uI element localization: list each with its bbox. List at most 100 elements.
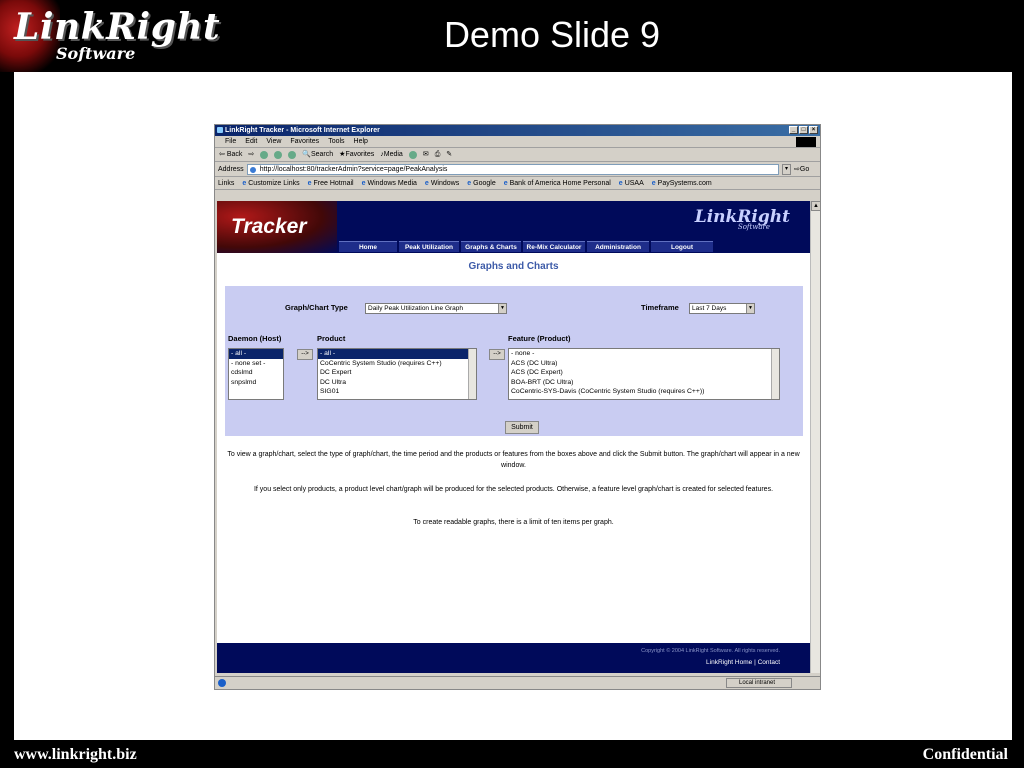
scrollbar[interactable] [771, 349, 779, 399]
product-label: Product [317, 334, 346, 343]
nav-administration[interactable]: Administration [587, 241, 649, 252]
go-button[interactable]: ⇨Go [794, 165, 820, 173]
footer-separator: | [754, 659, 756, 666]
nav-peak-utilization[interactable]: Peak Utilization [399, 241, 459, 252]
list-item[interactable]: - all - [318, 349, 476, 359]
menu-tools[interactable]: Tools [328, 136, 344, 147]
list-item[interactable]: SIG01 [318, 387, 476, 397]
link-google[interactable]: Google [467, 177, 496, 189]
menu-help[interactable]: Help [354, 136, 368, 147]
window-title: LinkRight Tracker - Microsoft Internet E… [225, 127, 380, 134]
tracker-logo: Tracker [217, 201, 337, 253]
search-button[interactable]: 🔍Search [302, 148, 333, 162]
footer-links: LinkRight Home | Contact [706, 659, 780, 666]
product-listbox[interactable]: - all - CoCentric System Studio (require… [317, 348, 477, 400]
nav-home[interactable]: Home [339, 241, 397, 252]
ie-icon [217, 127, 223, 133]
app-brand-sub: Software [737, 223, 770, 231]
history-icon[interactable] [408, 150, 417, 159]
list-item[interactable]: CoCentric-SYS-Davis (CoCentric System St… [509, 387, 779, 397]
list-item[interactable]: ACS (DC Ultra) [509, 359, 779, 369]
page-viewport: Tracker LinkRight Software Home Peak Uti… [217, 201, 810, 673]
menu-file[interactable]: File [225, 136, 236, 147]
list-item[interactable]: - none set - [229, 359, 283, 369]
main-nav: Home Peak Utilization Graphs & Charts Re… [339, 241, 713, 252]
timeframe-label: Timeframe [641, 303, 679, 312]
status-zone: Local intranet [726, 678, 792, 688]
maximize-button[interactable]: □ [799, 126, 808, 134]
daemon-to-product-button[interactable]: --> [297, 349, 313, 360]
address-bar: Address http://localhost:80/trackerAdmin… [215, 162, 820, 177]
favorites-button[interactable]: ★Favorites [339, 148, 374, 162]
links-label: Links [218, 180, 235, 187]
menubar: File Edit View Favorites Tools Help [215, 136, 820, 148]
daemon-label: Daemon (Host) [228, 334, 282, 343]
link-windows-media[interactable]: Windows Media [362, 177, 417, 189]
link-customize[interactable]: Customize Links [242, 177, 299, 189]
chart-type-select[interactable]: Daily Peak Utilization Line Graph ▼ [365, 303, 507, 314]
close-button[interactable]: × [809, 126, 818, 134]
menu-edit[interactable]: Edit [245, 136, 257, 147]
feature-listbox[interactable]: - none - ACS (DC Ultra) ACS (DC Expert) … [508, 348, 780, 400]
app-footer: Copyright © 2004 LinkRight Software. All… [217, 643, 810, 673]
list-item[interactable]: DC Expert [318, 368, 476, 378]
page-heading: Graphs and Charts [468, 261, 559, 272]
toolbar: ⇦ Back ⇨ 🔍Search ★Favorites ♪Media ✉ ⎙ ✎ [215, 148, 820, 162]
footer-contact-link[interactable]: Contact [758, 659, 780, 666]
media-button[interactable]: ♪Media [380, 148, 403, 162]
links-bar: Links Customize Links Free Hotmail Windo… [215, 177, 820, 190]
chevron-down-icon: ▼ [498, 304, 506, 313]
link-bofa[interactable]: Bank of America Home Personal [504, 177, 611, 189]
list-item[interactable]: CoCentric System Studio (requires C++) [318, 359, 476, 369]
list-item[interactable]: DC Ultra [318, 378, 476, 388]
address-input[interactable]: http://localhost:80/trackerAdmin?service… [246, 163, 779, 175]
page-scrollbar[interactable]: ▲ [810, 201, 821, 673]
refresh-icon[interactable] [274, 150, 283, 159]
list-item[interactable]: cdslmd [229, 368, 283, 378]
footer-url: www.linkright.biz [14, 746, 137, 763]
feature-label: Feature (Product) [508, 334, 571, 343]
list-item[interactable]: ACS (DC Expert) [509, 368, 779, 378]
back-button[interactable]: ⇦ Back [219, 148, 242, 162]
chevron-down-icon: ▼ [746, 304, 754, 313]
menu-favorites[interactable]: Favorites [290, 136, 319, 147]
scroll-up-icon[interactable]: ▲ [811, 201, 821, 211]
browser-window: LinkRight Tracker - Microsoft Internet E… [214, 124, 821, 690]
link-paysystems[interactable]: PaySystems.com [652, 177, 712, 189]
timeframe-select[interactable]: Last 7 Days ▼ [689, 303, 755, 314]
minimize-button[interactable]: _ [789, 126, 798, 134]
browser-titlebar: LinkRight Tracker - Microsoft Internet E… [215, 125, 820, 136]
menu-view[interactable]: View [266, 136, 281, 147]
mail-icon[interactable]: ✉ [423, 148, 429, 162]
form-panel: Graph/Chart Type Daily Peak Utilization … [225, 286, 803, 436]
list-item[interactable]: BOA-BRT (DC Ultra) [509, 378, 779, 388]
stop-icon[interactable] [260, 150, 269, 159]
nav-remix-calculator[interactable]: Re-Mix Calculator [523, 241, 585, 252]
list-item[interactable]: snpslmd [229, 378, 283, 388]
list-item[interactable]: - none - [509, 349, 779, 359]
home-icon[interactable] [288, 150, 297, 159]
forward-button[interactable]: ⇨ [248, 148, 254, 162]
nav-graphs-charts[interactable]: Graphs & Charts [461, 241, 521, 252]
slide-title: Demo Slide 9 [443, 14, 661, 55]
address-label: Address [218, 165, 244, 173]
info-text-1: To view a graph/chart, select the type o… [227, 451, 800, 469]
daemon-listbox[interactable]: - all - - none set - cdslmd snpslmd [228, 348, 284, 400]
status-bar: Local intranet [215, 676, 820, 689]
address-dropdown-icon[interactable]: ▾ [782, 163, 791, 175]
info-text-3: To create readable graphs, there is a li… [413, 519, 614, 526]
nav-logout[interactable]: Logout [651, 241, 713, 252]
info-text-2: If you select only products, a product l… [253, 486, 774, 493]
list-item[interactable]: - all - [229, 349, 283, 359]
footer-home-link[interactable]: LinkRight Home [706, 659, 752, 666]
link-windows[interactable]: Windows [425, 177, 459, 189]
link-hotmail[interactable]: Free Hotmail [308, 177, 354, 189]
ie-status-icon [218, 679, 226, 687]
copyright: Copyright © 2004 LinkRight Software. All… [641, 648, 780, 654]
scrollbar[interactable] [468, 349, 476, 399]
submit-button[interactable]: Submit [505, 421, 539, 434]
print-icon[interactable]: ⎙ [435, 148, 441, 162]
edit-icon[interactable]: ✎ [446, 148, 452, 162]
product-to-feature-button[interactable]: --> [489, 349, 505, 360]
link-usaa[interactable]: USAA [619, 177, 644, 189]
